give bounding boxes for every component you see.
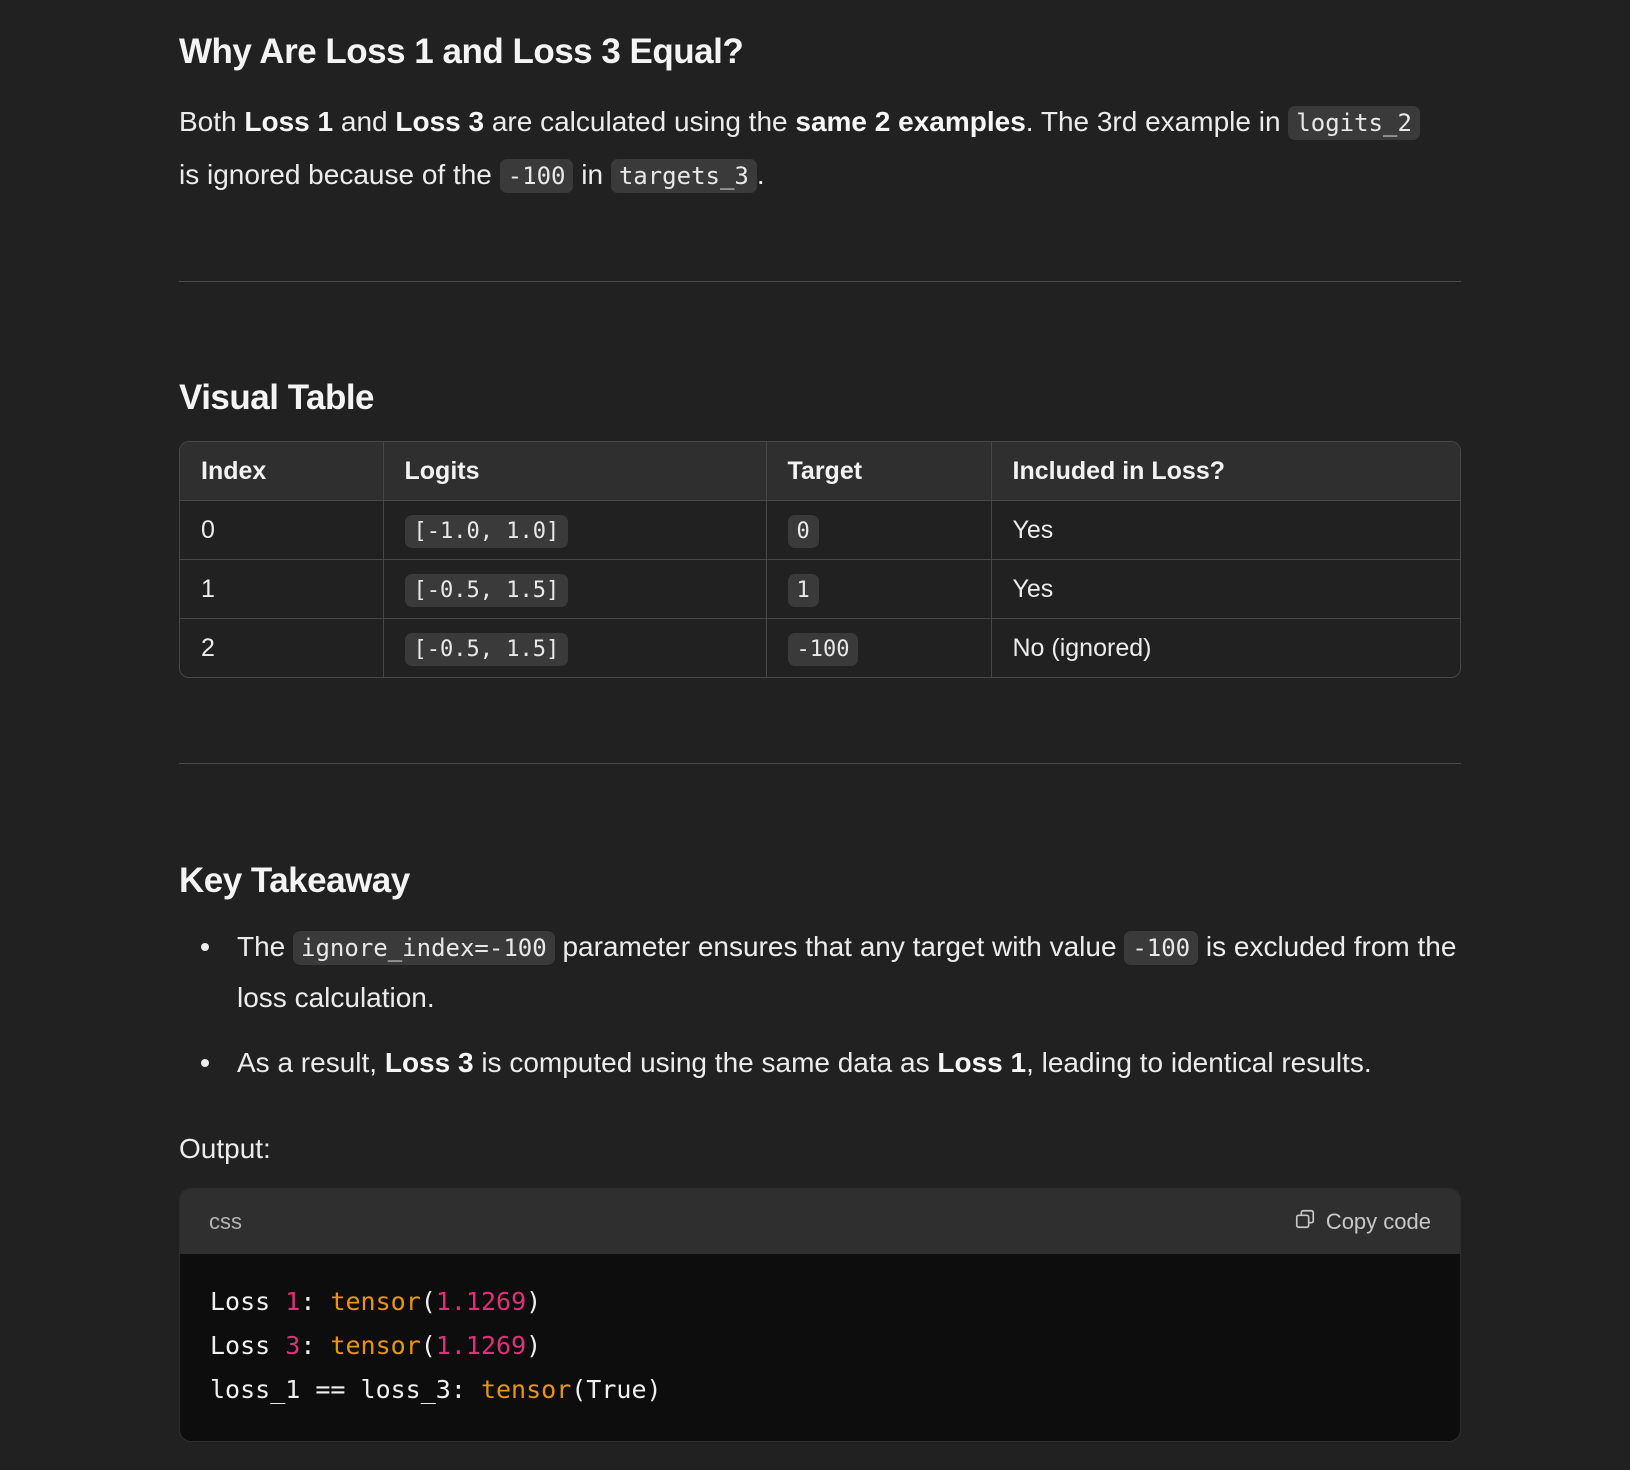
code-function: tensor bbox=[330, 1287, 421, 1316]
table-row: 1 [-0.5, 1.5] 1 Yes bbox=[180, 559, 1460, 619]
divider bbox=[179, 763, 1461, 764]
code-token: (True) bbox=[571, 1375, 662, 1404]
cell-target: 1 bbox=[765, 559, 991, 619]
text: Both bbox=[179, 106, 245, 137]
column-header: Included in Loss? bbox=[990, 442, 1460, 501]
code-number: 1.1269 bbox=[435, 1287, 527, 1316]
text: The bbox=[237, 931, 294, 962]
code-number: 3 bbox=[285, 1331, 301, 1360]
code-token: Loss bbox=[210, 1287, 286, 1316]
inline-code-logits: [-1.0, 1.0] bbox=[404, 514, 569, 548]
code-block: css Copy code Loss 1: tensor(1.1269) Loss… bbox=[179, 1188, 1461, 1442]
divider bbox=[179, 281, 1461, 282]
text: is computed using the same data as bbox=[473, 1047, 938, 1078]
chat-response-page: Why Are Loss 1 and Loss 3 Equal? Both Lo… bbox=[0, 0, 1630, 1470]
copy-code-button[interactable]: Copy code bbox=[1294, 1208, 1431, 1236]
copy-icon bbox=[1294, 1208, 1316, 1236]
explanation-paragraph: Both Loss 1 and Loss 3 are calculated us… bbox=[179, 96, 1461, 202]
output-label: Output: bbox=[179, 1133, 271, 1164]
column-header: Logits bbox=[382, 442, 766, 501]
bold-loss3: Loss 3 bbox=[384, 1047, 474, 1078]
code-token: ) bbox=[526, 1287, 542, 1316]
inline-code-targets-3: targets_3 bbox=[610, 159, 757, 193]
code-number: 1 bbox=[285, 1287, 301, 1316]
table-header-row: Index Logits Target Included in Loss? bbox=[180, 442, 1460, 501]
cell-target: 0 bbox=[765, 500, 991, 560]
inline-code-neg-100: -100 bbox=[499, 159, 574, 193]
code-token: ( bbox=[420, 1331, 436, 1360]
table-row: 2 [-0.5, 1.5] -100 No (ignored) bbox=[180, 618, 1460, 677]
inline-code-target: 0 bbox=[787, 514, 819, 548]
inline-code-logits-2: logits_2 bbox=[1288, 106, 1420, 140]
text: are calculated using the bbox=[484, 106, 796, 137]
cell-index: 2 bbox=[180, 618, 383, 677]
inline-code-logits: [-0.5, 1.5] bbox=[404, 632, 569, 666]
inline-code-target: -100 bbox=[787, 632, 859, 666]
list-item: The ignore_index=-100 parameter ensures … bbox=[201, 922, 1461, 1023]
code-token: Loss bbox=[210, 1331, 286, 1360]
text: and bbox=[333, 106, 396, 137]
copy-code-label: Copy code bbox=[1325, 1208, 1431, 1234]
inline-code-neg-100: -100 bbox=[1124, 931, 1199, 965]
text: As a result, bbox=[237, 1047, 385, 1078]
text: , leading to identical results. bbox=[1026, 1047, 1372, 1078]
code-line: Loss 1: tensor(1.1269) bbox=[210, 1280, 1430, 1324]
bold-loss1: Loss 1 bbox=[244, 106, 334, 137]
text: . The 3rd example in bbox=[1025, 106, 1289, 137]
heading-visual-table: Visual Table bbox=[179, 378, 375, 417]
bullet-icon bbox=[201, 1059, 209, 1067]
heading-key-takeaway: Key Takeaway bbox=[179, 861, 410, 900]
inline-code-logits: [-0.5, 1.5] bbox=[404, 573, 569, 607]
column-header: Index bbox=[180, 442, 383, 501]
cell-included: Yes bbox=[990, 559, 1460, 619]
cell-index: 1 bbox=[180, 559, 383, 619]
list-item: As a result, Loss 3 is computed using th… bbox=[201, 1038, 1461, 1088]
bold-loss3: Loss 3 bbox=[395, 106, 485, 137]
bullet-icon bbox=[201, 943, 209, 951]
code-output: Loss 1: tensor(1.1269) Loss 3: tensor(1.1… bbox=[180, 1254, 1460, 1438]
code-token: : bbox=[300, 1287, 331, 1316]
code-line: loss_1 == loss_3: tensor(True) bbox=[210, 1368, 1430, 1412]
text: is ignored because of the bbox=[179, 159, 500, 190]
code-line: Loss 3: tensor(1.1269) bbox=[210, 1324, 1430, 1368]
inline-code-target: 1 bbox=[787, 573, 819, 607]
bold-same-2-examples: same 2 examples bbox=[795, 106, 1026, 137]
code-token: : bbox=[300, 1331, 331, 1360]
text: parameter ensures that any target with v… bbox=[554, 931, 1125, 962]
bold-loss1: Loss 1 bbox=[937, 1047, 1027, 1078]
cell-included: No (ignored) bbox=[990, 618, 1460, 677]
code-language-label: css bbox=[209, 1208, 242, 1234]
column-header: Target bbox=[765, 442, 991, 501]
inline-code-ignore-index: ignore_index=-100 bbox=[293, 931, 555, 965]
cell-logits: [-1.0, 1.0] bbox=[382, 500, 766, 560]
cell-index: 0 bbox=[201, 515, 215, 544]
cell-target: -100 bbox=[765, 618, 991, 677]
code-token: loss_1 == loss_3: bbox=[210, 1375, 481, 1404]
cell-included: Yes bbox=[990, 500, 1460, 560]
cell-logits: [-0.5, 1.5] bbox=[382, 559, 766, 619]
code-function: tensor bbox=[480, 1375, 572, 1404]
code-function: tensor bbox=[330, 1331, 421, 1360]
code-token: ( bbox=[420, 1287, 436, 1316]
text: . bbox=[756, 159, 765, 190]
text: in bbox=[573, 159, 611, 190]
table-row: 0 [-1.0, 1.0] 0 Yes bbox=[180, 500, 1460, 560]
code-block-header: css Copy code bbox=[180, 1189, 1460, 1254]
takeaway-list: The ignore_index=-100 parameter ensures … bbox=[179, 922, 1461, 1103]
cell-logits: [-0.5, 1.5] bbox=[382, 618, 766, 677]
code-token: ) bbox=[526, 1331, 542, 1360]
code-number: 1.1269 bbox=[435, 1331, 527, 1360]
heading-why-equal: Why Are Loss 1 and Loss 3 Equal? bbox=[179, 32, 744, 71]
visual-table: Index Logits Target Included in Loss? 0 … bbox=[179, 441, 1461, 678]
